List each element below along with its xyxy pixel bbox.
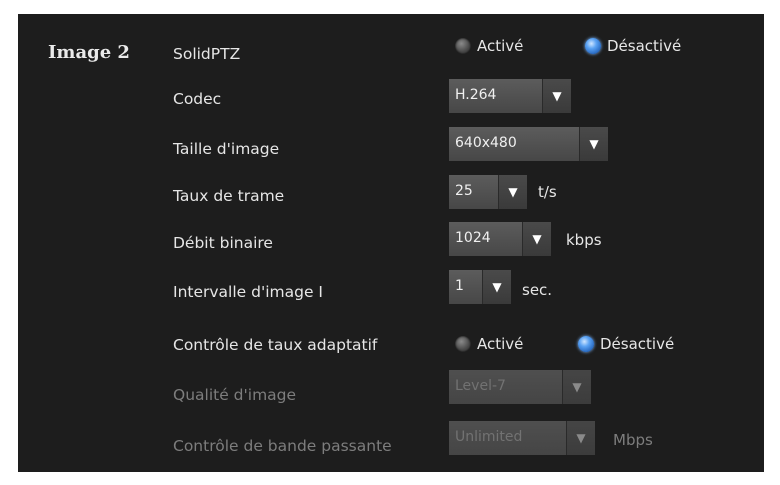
chevron-down-icon[interactable]: ▼ <box>567 421 595 455</box>
frame-rate-select[interactable]: 25 ▼ <box>449 175 527 209</box>
i-interval-value: 1 <box>449 270 483 304</box>
chevron-down-icon[interactable]: ▼ <box>483 270 511 304</box>
bandwidth-select[interactable]: Unlimited ▼ <box>449 421 595 455</box>
adaptive-rate-label: Contrôle de taux adaptatif <box>173 336 378 354</box>
chevron-down-icon[interactable]: ▼ <box>523 222 551 256</box>
chevron-down-icon[interactable]: ▼ <box>543 79 571 113</box>
i-interval-select[interactable]: 1 ▼ <box>449 270 511 304</box>
image-size-value: 640x480 <box>449 127 580 161</box>
adaptive-on-radio[interactable]: Activé <box>455 335 523 353</box>
i-interval-unit: sec. <box>522 281 553 299</box>
bandwidth-value: Unlimited <box>449 421 567 455</box>
bandwidth-unit: Mbps <box>613 431 653 449</box>
frame-rate-unit: t/s <box>538 183 557 201</box>
image-size-select[interactable]: 640x480 ▼ <box>449 127 608 161</box>
frame-rate-value: 25 <box>449 175 499 209</box>
adaptive-on-label: Activé <box>477 335 524 353</box>
quality-select[interactable]: Level-7 ▼ <box>449 370 591 404</box>
adaptive-off-label: Désactivé <box>600 335 675 353</box>
codec-select[interactable]: H.264 ▼ <box>449 79 571 113</box>
bitrate-value: 1024 <box>449 222 523 256</box>
solidptz-on-label: Activé <box>477 37 524 55</box>
codec-label: Codec <box>173 90 222 108</box>
solidptz-on-radio[interactable]: Activé <box>455 37 523 55</box>
solidptz-off-label: Désactivé <box>607 37 682 55</box>
adaptive-off-radio[interactable]: Désactivé <box>578 335 674 353</box>
i-interval-label: Intervalle d'image I <box>173 283 324 301</box>
bandwidth-label: Contrôle de bande passante <box>173 437 392 455</box>
bitrate-unit: kbps <box>566 231 602 249</box>
image-size-label: Taille d'image <box>173 140 280 158</box>
chevron-down-icon[interactable]: ▼ <box>580 127 608 161</box>
frame-rate-label: Taux de trame <box>173 187 285 205</box>
codec-value: H.264 <box>449 79 543 113</box>
bitrate-label: Débit binaire <box>173 234 273 252</box>
chevron-down-icon[interactable]: ▼ <box>499 175 527 209</box>
settings-panel <box>18 14 764 472</box>
section-title: Image 2 <box>48 42 130 63</box>
radio-dot-icon <box>455 38 471 54</box>
solidptz-off-radio[interactable]: Désactivé <box>585 37 681 55</box>
bitrate-select[interactable]: 1024 ▼ <box>449 222 551 256</box>
solidptz-label: SolidPTZ <box>173 45 241 63</box>
chevron-down-icon[interactable]: ▼ <box>563 370 591 404</box>
radio-dot-selected-icon <box>585 38 601 54</box>
radio-dot-selected-icon <box>578 336 594 352</box>
quality-label: Qualité d'image <box>173 386 297 404</box>
radio-dot-icon <box>455 336 471 352</box>
quality-value: Level-7 <box>449 370 563 404</box>
